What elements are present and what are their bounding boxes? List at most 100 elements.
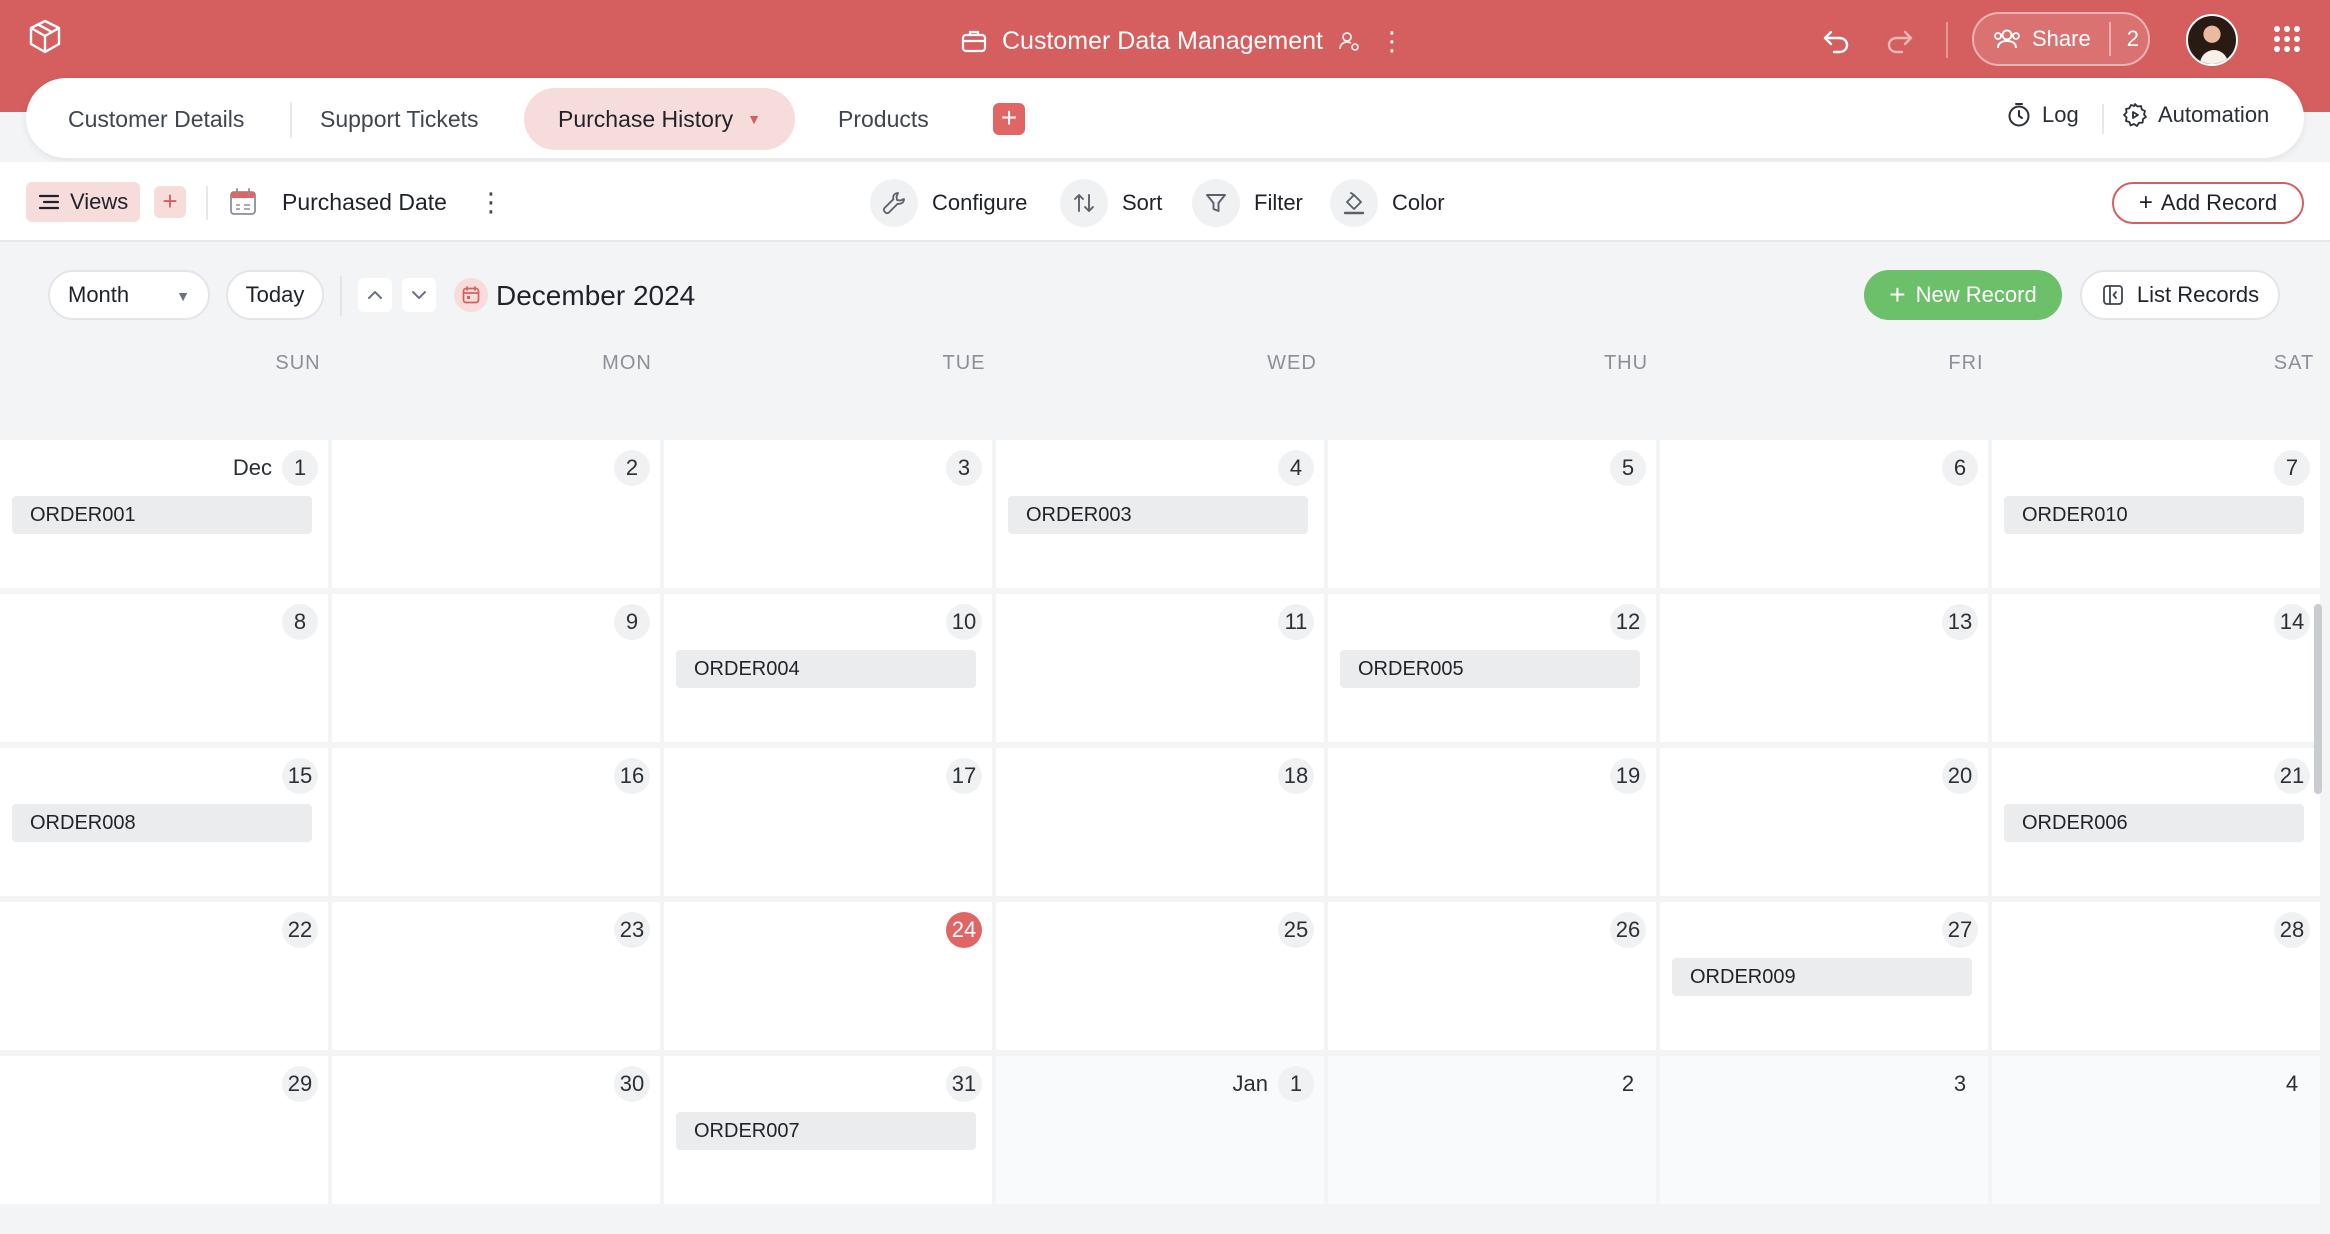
- view-more-icon[interactable]: ⋮: [478, 182, 504, 222]
- avatar[interactable]: [2186, 14, 2238, 66]
- add-view-button[interactable]: +: [154, 186, 186, 218]
- log-button[interactable]: Log: [2006, 102, 2079, 128]
- calendar-day-cell[interactable]: 4: [1992, 1056, 2320, 1204]
- month-title: December 2024: [496, 280, 696, 311]
- day-number: 16: [614, 758, 650, 794]
- tab-label: Purchase History: [558, 105, 734, 132]
- calendar-day-cell[interactable]: 4 ORDER003: [996, 440, 1324, 588]
- day-number: 20: [1942, 758, 1978, 794]
- day-number-label: 11: [1278, 604, 1314, 640]
- tab-customer-details[interactable]: Customer Details: [68, 88, 244, 150]
- apps-grid-icon[interactable]: [2272, 24, 2302, 54]
- title-more-icon[interactable]: ⋮: [1379, 28, 1405, 54]
- automation-button[interactable]: Automation: [2122, 102, 2269, 128]
- calendar-day-cell[interactable]: 21 ORDER006: [1992, 748, 2320, 896]
- calendar-day-cell[interactable]: 16: [332, 748, 660, 896]
- calendar-event[interactable]: ORDER001: [12, 496, 312, 534]
- calendar-event[interactable]: ORDER005: [1340, 650, 1640, 688]
- day-number-label: 31: [946, 1066, 982, 1102]
- calendar-day-cell[interactable]: 13: [1660, 594, 1988, 742]
- weekday-wed: WED: [1267, 352, 1317, 374]
- views-button[interactable]: Views: [26, 182, 141, 222]
- day-number-label: 15: [282, 758, 318, 794]
- sort-button[interactable]: Sort: [1060, 178, 1162, 228]
- calendar-day-cell[interactable]: 22: [0, 902, 328, 1050]
- calendar-day-cell[interactable]: 12 ORDER005: [1328, 594, 1656, 742]
- calendar-day-cell[interactable]: 31 ORDER007: [664, 1056, 992, 1204]
- calendar-event[interactable]: ORDER003: [1008, 496, 1308, 534]
- app-logo-icon[interactable]: [26, 18, 64, 56]
- app-title: Customer Data Management ⋮: [960, 18, 1405, 64]
- calendar-day-cell[interactable]: 26: [1328, 902, 1656, 1050]
- day-month-label: Jan: [1232, 1071, 1268, 1096]
- calendar-day-cell[interactable]: 18: [996, 748, 1324, 896]
- scrollbar[interactable]: [2314, 604, 2322, 794]
- date-picker-button[interactable]: [454, 278, 488, 312]
- calendar-day-cell[interactable]: 3: [664, 440, 992, 588]
- calendar-day-cell[interactable]: 6: [1660, 440, 1988, 588]
- tab-purchase-history[interactable]: Purchase History ▼: [524, 88, 795, 150]
- day-number-label: 26: [1610, 912, 1646, 948]
- calendar-event[interactable]: ORDER008: [12, 804, 312, 842]
- calendar-day-cell[interactable]: 20: [1660, 748, 1988, 896]
- day-number: 5: [1610, 450, 1646, 486]
- calendar-day-cell[interactable]: 17: [664, 748, 992, 896]
- undo-icon[interactable]: [1820, 24, 1852, 56]
- calendar-day-cell[interactable]: 2: [332, 440, 660, 588]
- color-button[interactable]: Color: [1330, 178, 1445, 228]
- today-label: Today: [245, 282, 305, 307]
- add-record-button[interactable]: + Add Record: [2112, 182, 2304, 224]
- redo-icon[interactable]: [1884, 24, 1916, 56]
- user-settings-icon[interactable]: [1337, 29, 1361, 53]
- calendar-day-cell[interactable]: 11: [996, 594, 1324, 742]
- calendar-day-cell[interactable]: 10 ORDER004: [664, 594, 992, 742]
- new-record-button[interactable]: + New Record: [1864, 270, 2062, 320]
- calendar-day-cell[interactable]: 7 ORDER010: [1992, 440, 2320, 588]
- today-button[interactable]: Today: [226, 270, 324, 320]
- calendar-day-cell[interactable]: 29: [0, 1056, 328, 1204]
- calendar-day-cell[interactable]: 28: [1992, 902, 2320, 1050]
- calendar-day-cell[interactable]: 2: [1328, 1056, 1656, 1204]
- day-number: 15: [282, 758, 318, 794]
- calendar-day-cell[interactable]: 30: [332, 1056, 660, 1204]
- chevron-down-icon[interactable]: ▼: [747, 111, 761, 127]
- filter-label: Filter: [1254, 190, 1303, 215]
- view-name-label: Purchased Date: [282, 188, 447, 215]
- next-month-button[interactable]: [402, 278, 436, 312]
- calendar-day-cell[interactable]: 19: [1328, 748, 1656, 896]
- calendar-day-cell[interactable]: 24: [664, 902, 992, 1050]
- calendar-day-cell[interactable]: 25: [996, 902, 1324, 1050]
- calendar-event[interactable]: ORDER004: [676, 650, 976, 688]
- views-label: Views: [70, 189, 129, 214]
- calendar-day-cell[interactable]: 27 ORDER009: [1660, 902, 1988, 1050]
- previous-month-button[interactable]: [358, 278, 392, 312]
- current-view[interactable]: Purchased Date: [228, 182, 447, 222]
- calendar-day-cell[interactable]: Jan 1: [996, 1056, 1324, 1204]
- add-tab-button[interactable]: +: [993, 103, 1025, 135]
- gear-icon: [2123, 103, 2147, 127]
- calendar-mode-select[interactable]: Month ▼: [48, 270, 210, 320]
- list-records-button[interactable]: List Records: [2080, 270, 2280, 320]
- app-title-text[interactable]: Customer Data Management: [1002, 27, 1323, 56]
- calendar-day-cell[interactable]: 14: [1992, 594, 2320, 742]
- calendar-day-cell[interactable]: 15 ORDER008: [0, 748, 328, 896]
- divider: [290, 102, 292, 138]
- tab-label: Customer Details: [68, 105, 245, 132]
- divider: [206, 186, 208, 220]
- share-button[interactable]: Share 2: [1972, 12, 2150, 66]
- calendar-event[interactable]: ORDER007: [676, 1112, 976, 1150]
- filter-button[interactable]: Filter: [1192, 178, 1303, 228]
- calendar-day-cell[interactable]: 9: [332, 594, 660, 742]
- tab-support-tickets[interactable]: Support Tickets: [320, 88, 479, 150]
- calendar-day-cell[interactable]: 5: [1328, 440, 1656, 588]
- calendar-event[interactable]: ORDER010: [2004, 496, 2304, 534]
- calendar-event[interactable]: ORDER009: [1672, 958, 1972, 996]
- calendar-day-cell[interactable]: 3: [1660, 1056, 1988, 1204]
- calendar-day-cell[interactable]: 8: [0, 594, 328, 742]
- tab-products[interactable]: Products: [838, 88, 929, 150]
- calendar-day-cell[interactable]: 23: [332, 902, 660, 1050]
- day-number-label: 9: [614, 604, 650, 640]
- calendar-event[interactable]: ORDER006: [2004, 804, 2304, 842]
- calendar-day-cell[interactable]: Dec 1 ORDER001: [0, 440, 328, 588]
- configure-button[interactable]: Configure: [870, 178, 1027, 228]
